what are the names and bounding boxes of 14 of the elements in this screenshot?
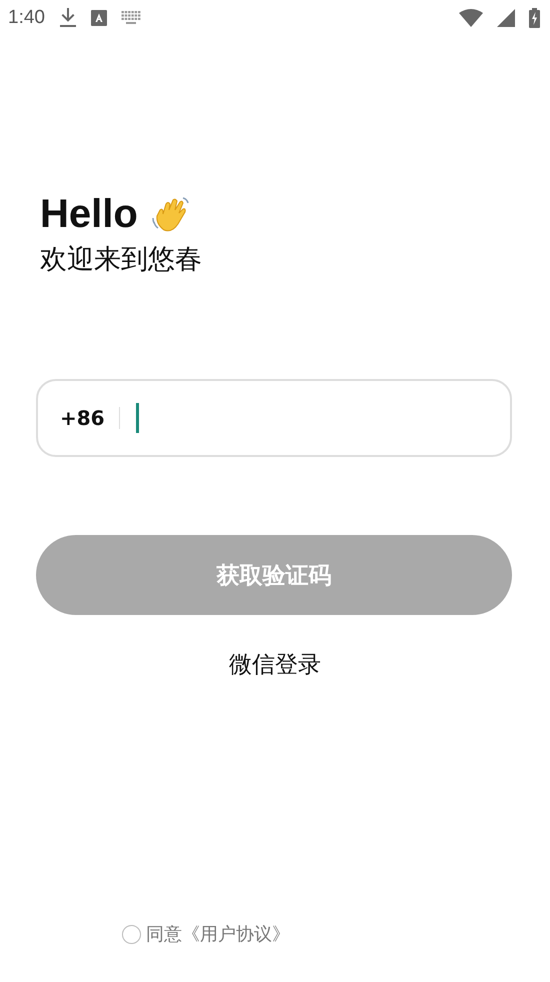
greeting-title: Hello	[40, 192, 138, 237]
signal-icon	[497, 9, 515, 27]
download-icon	[58, 8, 77, 28]
agree-radio[interactable]	[122, 924, 141, 944]
wechat-login-link[interactable]: 微信登录	[225, 647, 325, 682]
battery-icon	[529, 8, 540, 28]
font-icon	[90, 10, 107, 26]
keyboard-icon	[120, 11, 141, 25]
wifi-icon	[459, 9, 483, 27]
welcome-subtitle: 欢迎来到悠春	[40, 243, 203, 277]
agreement-text: 同意《用户协议》	[146, 923, 290, 946]
clock-time: 1:40	[8, 7, 45, 29]
waving-hand-icon	[152, 196, 190, 234]
phone-number-field[interactable]: +86	[36, 379, 512, 457]
